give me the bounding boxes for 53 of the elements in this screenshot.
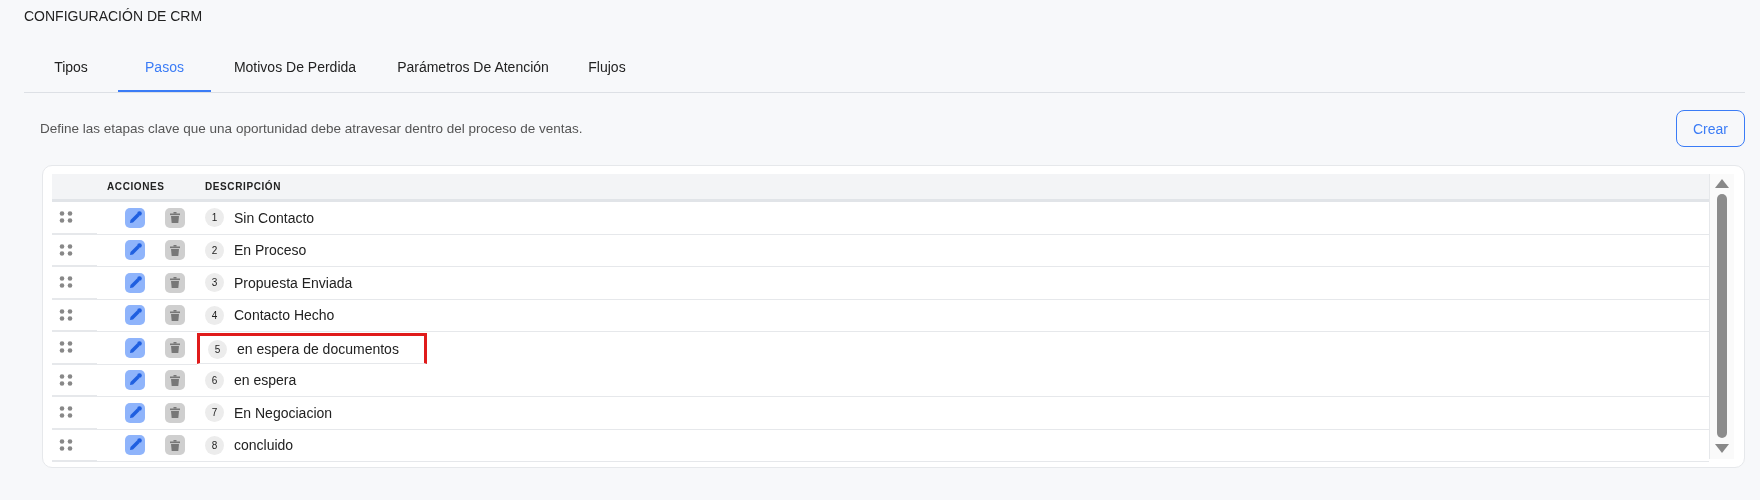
scrollbar[interactable] [1709,174,1734,459]
trash-icon[interactable] [170,244,180,256]
step-number: 8 [205,435,224,455]
tab[interactable]: Tipos [24,47,118,92]
page-title: CONFIGURACIÓN DE CRM [24,7,204,26]
delete-button[interactable] [165,435,185,456]
trash-icon[interactable] [170,439,180,451]
table-cell: En Proceso [234,242,307,259]
tab[interactable]: Pasos [118,47,211,92]
delete-button[interactable] [165,402,185,423]
table-cell: Propuesta Enviada [234,274,353,291]
step-number: 3 [205,273,224,293]
step-number: 6 [205,370,224,390]
trash-icon[interactable] [170,277,180,289]
trash-icon[interactable] [170,374,180,386]
delete-button[interactable] [165,272,185,293]
drag-handle-icon[interactable] [59,276,73,289]
step-number: 1 [205,208,224,228]
step-number: 4 [205,305,224,325]
trash-icon[interactable] [170,342,180,354]
drag-handle-icon[interactable] [59,341,73,354]
step-number: 2 [205,240,224,260]
description-text: Define las etapas clave que una oportunidad debe atravesar dentro del proceso de ventas. [40,121,583,136]
tab[interactable]: Flujos [567,47,647,92]
delete-button[interactable] [165,305,185,326]
drag-handle-icon[interactable] [59,211,73,224]
drag-handle-icon[interactable] [59,308,73,321]
table-cell: en espera [234,372,297,389]
trash-icon[interactable] [170,407,180,419]
tab[interactable]: Motivos De Perdida [211,47,379,92]
step-number: 5 [208,339,227,359]
drag-handle-icon[interactable] [59,438,73,451]
drag-handle-icon[interactable] [59,243,73,256]
delete-button[interactable] [165,207,185,228]
delete-button[interactable] [165,240,185,261]
table-cell: Contacto Hecho [234,307,335,324]
table-cell: concluido [234,437,294,454]
delete-button[interactable] [165,337,185,358]
column-header: DESCRIPCIÓN [205,181,282,192]
drag-handle-icon[interactable] [59,406,73,419]
table-cell: en espera de documentos [237,341,399,358]
scroll-down-arrow[interactable] [1715,444,1729,453]
scrollbar-thumb[interactable] [1717,194,1727,438]
delete-button[interactable] [165,370,185,391]
create-button[interactable]: Crear [1676,110,1745,147]
step-number: 7 [205,403,224,423]
drag-handle-icon[interactable] [59,373,73,386]
table-cell: En Negociacion [234,404,333,421]
trash-icon[interactable] [170,309,180,321]
trash-icon[interactable] [170,212,180,224]
column-header: ACCIONES [107,181,165,192]
tab[interactable]: Parámetros De Atención [379,47,567,92]
table-cell: Sin Contacto [234,209,315,226]
